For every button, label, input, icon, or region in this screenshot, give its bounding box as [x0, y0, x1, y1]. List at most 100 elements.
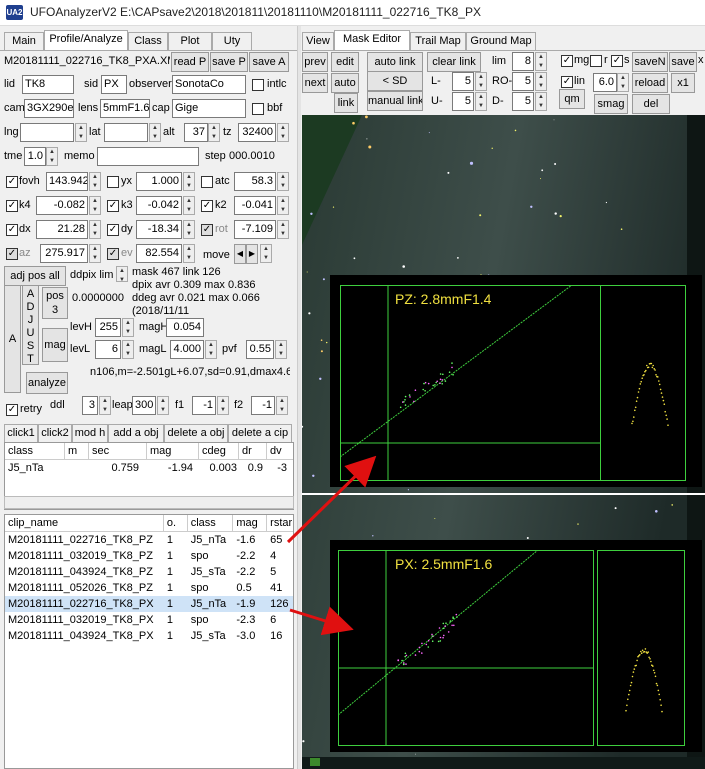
- clear-link-button[interactable]: clear link: [427, 52, 481, 72]
- list-item[interactable]: M20181111_052026_TK8_PZ 1 spo 0.5 41: [5, 580, 293, 596]
- u-minus-spinner[interactable]: ▲ ▼: [475, 92, 487, 111]
- levL-field[interactable]: 6: [95, 340, 121, 359]
- l-minus-field[interactable]: 5: [452, 72, 474, 91]
- list-item[interactable]: M20181111_022716_TK8_PZ 1 J5_nTa -1.6 65: [5, 532, 293, 548]
- fovh-field[interactable]: 143.942: [46, 172, 88, 191]
- tz-field[interactable]: 32400: [238, 123, 276, 142]
- observer-field[interactable]: SonotaCo: [172, 75, 246, 94]
- pvf-field[interactable]: 0.55: [246, 340, 274, 359]
- tz-spinner[interactable]: ▲ ▼: [277, 123, 289, 142]
- yx-checkbox[interactable]: [107, 176, 119, 188]
- col-dr[interactable]: dr: [239, 443, 267, 460]
- az-spinner[interactable]: ▲ ▼: [89, 244, 101, 263]
- f1-spinner[interactable]: ▲ ▼: [217, 396, 229, 415]
- u-minus-field[interactable]: 5: [452, 92, 474, 111]
- col-cdeg[interactable]: cdeg: [199, 443, 239, 460]
- move-right-button[interactable]: ▶: [246, 244, 258, 264]
- ro-field[interactable]: 5: [512, 72, 534, 91]
- tme-field[interactable]: 1.0: [24, 147, 46, 166]
- leap-spinner[interactable]: ▲ ▼: [157, 396, 169, 415]
- del-button[interactable]: del: [632, 94, 670, 114]
- list-item[interactable]: M20181111_043924_TK8_PZ 1 J5_sTa -2.2 5: [5, 564, 293, 580]
- read-p-button[interactable]: read P: [171, 52, 209, 72]
- dy-checkbox[interactable]: ✓: [107, 224, 119, 236]
- adj-pos-all-button[interactable]: adj pos all: [4, 266, 66, 286]
- table-row[interactable]: J5_nTa 0.759 -1.94 0.003 0.9 -3: [5, 460, 293, 476]
- col-mag[interactable]: mag: [147, 443, 199, 460]
- dy-field[interactable]: -18.34: [136, 220, 182, 239]
- k3-field[interactable]: -0.042: [136, 196, 182, 215]
- save-button[interactable]: save: [669, 52, 697, 72]
- dx-checkbox[interactable]: ✓: [6, 224, 18, 236]
- ro-spinner[interactable]: ▲ ▼: [535, 72, 547, 91]
- k4-spinner[interactable]: ▲ ▼: [89, 196, 101, 215]
- yx-field[interactable]: 1.000: [136, 172, 182, 191]
- sid-field[interactable]: PX: [101, 75, 127, 94]
- cam-field[interactable]: 3GX290e: [24, 99, 74, 118]
- tab-class[interactable]: Class: [128, 32, 168, 50]
- tab-click1[interactable]: click1: [4, 424, 38, 442]
- fovh-checkbox[interactable]: ✓: [6, 176, 18, 188]
- ev-checkbox[interactable]: ✓: [107, 248, 119, 260]
- bbf-checkbox[interactable]: [252, 103, 264, 115]
- k3-checkbox[interactable]: ✓: [107, 200, 119, 212]
- tab-delete-obj[interactable]: delete a obj: [164, 424, 228, 442]
- list-item[interactable]: M20181111_043924_TK8_PX 1 J5_sTa -3.0 16: [5, 628, 293, 644]
- lin-checkbox[interactable]: ✓: [561, 76, 573, 88]
- x1-button[interactable]: x1: [671, 73, 695, 93]
- dx-spinner[interactable]: ▲ ▼: [89, 220, 101, 239]
- dx-field[interactable]: 21.28: [36, 220, 88, 239]
- ev-field[interactable]: 82.554: [136, 244, 182, 263]
- az-checkbox[interactable]: ✓: [6, 248, 18, 260]
- f2-spinner[interactable]: ▲ ▼: [276, 396, 288, 415]
- lens-field[interactable]: 5mmF1.6: [100, 99, 150, 118]
- lat-spinner[interactable]: ▲ ▼: [149, 123, 161, 142]
- lng-spinner[interactable]: ▲ ▼: [75, 123, 87, 142]
- az-field[interactable]: 275.917: [40, 244, 88, 263]
- ddpix-lim-spinner[interactable]: ▲ ▼: [116, 266, 128, 283]
- levH-field[interactable]: 255: [95, 318, 121, 337]
- auto-button[interactable]: auto: [331, 73, 359, 93]
- prev-button[interactable]: prev: [302, 52, 328, 72]
- col-m[interactable]: m: [65, 443, 89, 460]
- magL-spinner[interactable]: ▲ ▼: [205, 340, 217, 359]
- lt-sd-button[interactable]: < SD: [367, 71, 423, 91]
- col-sec[interactable]: sec: [89, 443, 147, 460]
- k4-checkbox[interactable]: ✓: [6, 200, 18, 212]
- f2-field[interactable]: -1: [251, 396, 275, 415]
- alt-field[interactable]: 37: [184, 123, 208, 142]
- memo-field[interactable]: [97, 147, 199, 166]
- lim-spinner[interactable]: ▲ ▼: [535, 52, 547, 71]
- tab-mask-editor[interactable]: Mask Editor: [334, 30, 410, 50]
- l-minus-spinner[interactable]: ▲ ▼: [475, 72, 487, 91]
- col-clip-mag[interactable]: mag: [233, 515, 268, 532]
- k2-field[interactable]: -0.041: [234, 196, 276, 215]
- ddl-spinner[interactable]: ▲ ▼: [99, 396, 111, 415]
- rot-field[interactable]: -7.109: [234, 220, 276, 239]
- reload-button[interactable]: reload: [632, 73, 668, 93]
- rot-checkbox[interactable]: ✓: [201, 224, 213, 236]
- pos-button[interactable]: pos 3: [42, 287, 68, 319]
- panel-splitter[interactable]: [297, 26, 301, 769]
- d-minus-spinner[interactable]: ▲ ▼: [535, 92, 547, 111]
- tab-view[interactable]: View: [302, 32, 334, 50]
- intlc-checkbox[interactable]: [252, 79, 264, 91]
- link-button[interactable]: link: [334, 93, 358, 113]
- k2-checkbox[interactable]: ✓: [201, 200, 213, 212]
- save-p-button[interactable]: save P: [210, 52, 248, 72]
- col-clip-class[interactable]: class: [187, 515, 234, 532]
- retry-checkbox[interactable]: ✓: [6, 404, 18, 416]
- adjust-button[interactable]: ADJUST: [22, 285, 39, 365]
- tab-ground-map[interactable]: Ground Map: [466, 32, 536, 50]
- col-class[interactable]: class: [5, 443, 65, 460]
- auto-link-button[interactable]: auto link: [367, 52, 423, 72]
- lim-field[interactable]: 8: [512, 52, 534, 71]
- list-item[interactable]: M20181111_032019_TK8_PZ 1 spo -2.2 4: [5, 548, 293, 564]
- f1-field[interactable]: -1: [192, 396, 216, 415]
- move-spinner[interactable]: ▲ ▼: [260, 244, 272, 263]
- object-table-scrollbar[interactable]: [4, 496, 294, 509]
- lat-field[interactable]: [104, 123, 148, 142]
- smag-button[interactable]: smag: [594, 94, 628, 114]
- col-clip-name[interactable]: clip_name: [5, 515, 164, 532]
- list-item[interactable]: M20181111_032019_TK8_PX 1 spo -2.3 6: [5, 612, 293, 628]
